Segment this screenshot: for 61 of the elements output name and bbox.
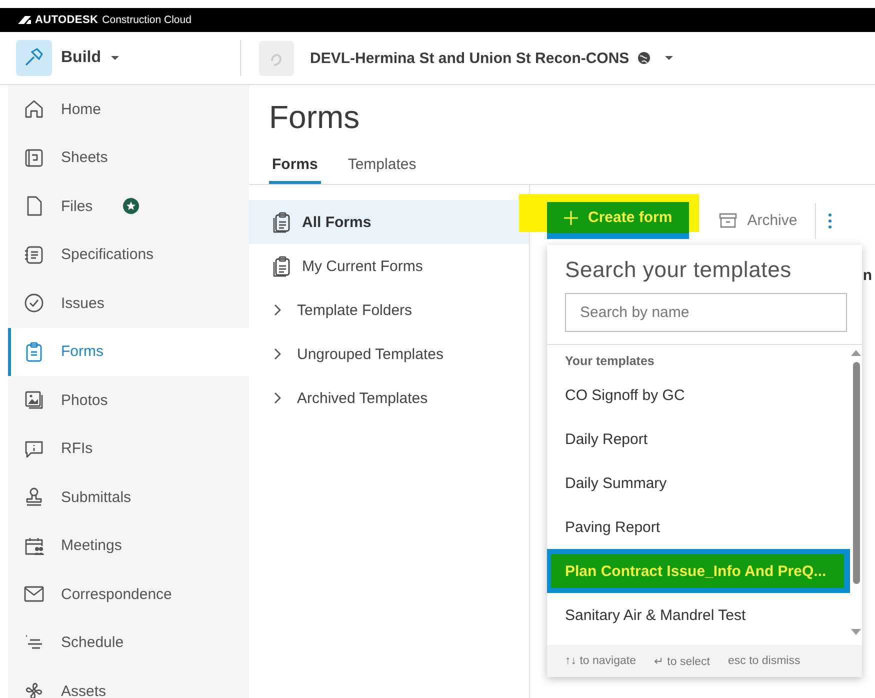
project-selector[interactable]: DEVL-Hermina St and Union St Recon-CONS — [310, 50, 674, 66]
clipboards-icon — [271, 211, 292, 233]
autodesk-logo-icon — [18, 15, 31, 25]
template-item[interactable]: Daily Report — [547, 417, 850, 461]
sidebar-item[interactable]: Forms — [8, 328, 249, 376]
house-icon — [23, 98, 45, 120]
caret-icon — [665, 56, 674, 60]
project-avatar — [259, 40, 294, 76]
page-title: Forms — [268, 98, 361, 137]
sidebar-item[interactable]: Sheets — [8, 134, 249, 182]
scroll-down-icon — [851, 629, 861, 635]
tab[interactable]: Templates — [344, 149, 420, 184]
keyboard-hint: esc to dismiss — [728, 655, 800, 667]
sidebar-item[interactable]: Assets — [8, 667, 249, 698]
specification-icon — [23, 244, 45, 266]
search-field[interactable]: Search by name — [565, 293, 847, 332]
sidebar-item[interactable]: Specifications — [8, 230, 249, 279]
form-nav-item[interactable]: Archived Templates — [249, 376, 529, 420]
sidebar-item[interactable]: Files — [8, 182, 249, 230]
chevron-icon — [273, 304, 283, 316]
caret-icon — [111, 56, 119, 60]
sidebar-item[interactable]: Issues — [8, 279, 249, 328]
hammer-icon[interactable] — [16, 40, 52, 76]
archive-box-icon — [719, 213, 738, 228]
check-circle-icon — [23, 292, 45, 314]
more-button[interactable] — [828, 212, 832, 228]
menu-title: Search your templates — [564, 256, 792, 283]
module-dropdown[interactable]: Build — [61, 49, 119, 67]
kebab-menu-icon — [828, 212, 832, 228]
sidebar-item[interactable]: Correspondence — [8, 570, 249, 618]
sidebar-item[interactable]: Photos — [8, 376, 249, 424]
template-item[interactable]: CO Signoff by GC — [547, 373, 850, 417]
column-header: n — [862, 267, 872, 284]
template-item[interactable]: Paving Report — [547, 505, 850, 549]
sidebar-item[interactable]: Meetings — [8, 522, 249, 570]
product-name: Construction Cloud — [102, 14, 192, 26]
form-nav-item[interactable]: Template Folders — [249, 288, 529, 332]
tab[interactable]: Forms — [269, 149, 321, 184]
clipboards-icon — [271, 255, 292, 277]
form-nav-item[interactable]: All Forms — [249, 200, 529, 244]
chevron-icon — [273, 392, 283, 404]
brand-logo: AUTODESK — [35, 14, 98, 26]
keyboard-hint: ↵ to select — [654, 655, 710, 668]
template-item[interactable]: Sanitary Air & Mandrel Test — [547, 593, 850, 637]
image-icon — [23, 389, 45, 412]
chevron-icon — [273, 348, 283, 360]
form-nav-item[interactable]: Ungrouped Templates — [249, 332, 529, 376]
sidebar-item[interactable]: Home — [8, 85, 249, 134]
scroll-up-icon — [851, 350, 861, 356]
plus-icon — [564, 210, 578, 224]
form-nav-item[interactable]: My Current Forms — [249, 244, 529, 288]
template-item[interactable]: Daily Summary — [547, 461, 850, 505]
sheet-icon — [23, 146, 45, 169]
sidebar-item[interactable]: Submittals — [8, 473, 249, 522]
archive-button[interactable]: Archive — [719, 212, 798, 229]
fan-icon — [23, 680, 45, 698]
section-label: Your templates — [564, 353, 656, 370]
globe-icon — [637, 51, 652, 65]
sidebar-item[interactable]: Schedule — [8, 618, 249, 667]
keyboard-hint: ↑↓ to navigate — [565, 655, 636, 667]
sidebar-item[interactable]: RFIs — [8, 424, 249, 473]
